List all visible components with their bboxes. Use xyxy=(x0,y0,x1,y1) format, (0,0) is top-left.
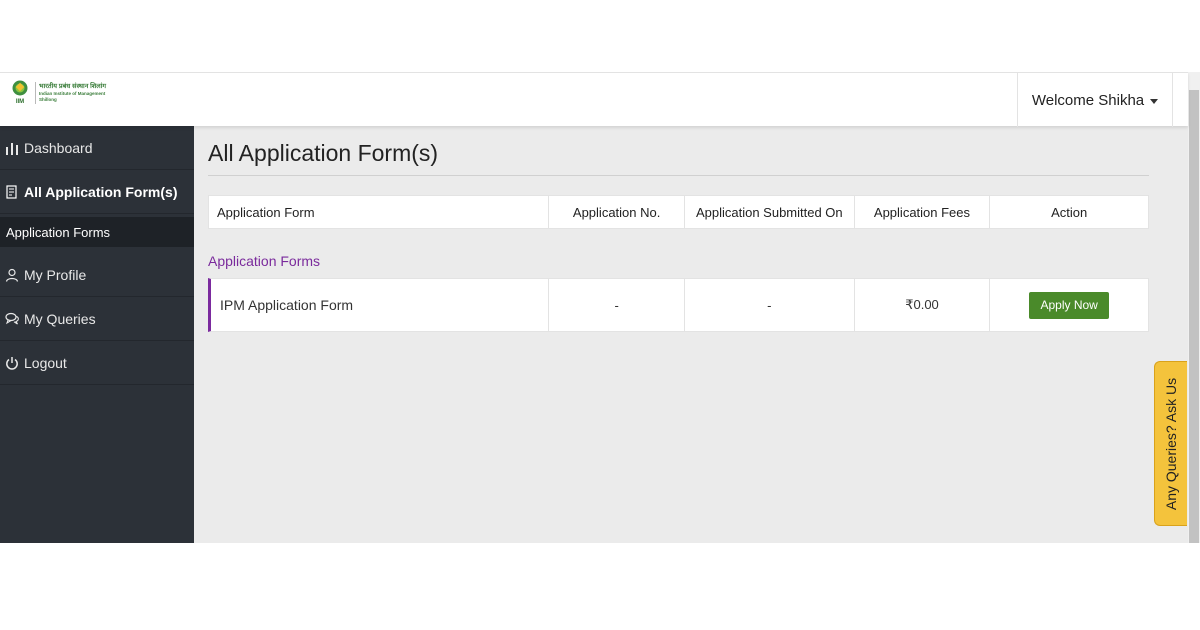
document-icon xyxy=(4,184,20,199)
sidebar-item-label: All Application Form(s) xyxy=(24,183,178,200)
section-label: Application Forms xyxy=(208,253,321,269)
caret-down-icon xyxy=(1150,98,1159,104)
cell-fees: ₹0.00 xyxy=(855,279,991,331)
sidebar-item-label: My Profile xyxy=(24,266,87,283)
scrollbar-thumb[interactable] xyxy=(1189,90,1199,543)
column-header-application-form: Application Form xyxy=(209,196,550,228)
emblem-text: IIM xyxy=(16,99,24,105)
cell-application-no: - xyxy=(549,279,685,331)
page-title: All Application Form(s) xyxy=(208,140,439,166)
emblem-icon: IIM xyxy=(12,80,28,105)
sidebar-item-label: Logout xyxy=(24,354,67,371)
apply-now-button[interactable]: Apply Now xyxy=(1029,291,1110,319)
any-queries-label: Any Queries? Ask Us xyxy=(1163,377,1179,510)
institute-logo[interactable]: IIM भारतीय प्रबंध संस्थान शिलांग Indian … xyxy=(8,79,118,109)
sidebar-item-label: Dashboard xyxy=(24,139,93,156)
sidebar-item-my-profile[interactable]: My Profile xyxy=(0,253,194,297)
column-header-application-fees: Application Fees xyxy=(855,196,991,228)
sidebar-item-my-queries[interactable]: My Queries xyxy=(0,297,194,341)
user-icon xyxy=(4,268,20,282)
app-window: IIM भारतीय प्रबंध संस्थान शिलांग Indian … xyxy=(0,72,1200,543)
sidebar-item-all-application-forms[interactable]: All Application Form(s) xyxy=(0,170,194,214)
sidebar: Dashboard All Application Form(s) Applic… xyxy=(0,126,194,543)
chat-icon xyxy=(4,312,20,325)
logo-hindi-name: भारतीय प्रबंध संस्थान शिलांग xyxy=(39,83,106,90)
cell-form-name: IPM Application Form xyxy=(211,279,550,331)
logo-city: Shillong xyxy=(39,97,57,102)
table-header: Application Form Application No. Applica… xyxy=(208,195,1149,229)
title-divider xyxy=(208,175,1149,176)
bar-chart-icon xyxy=(4,141,20,155)
welcome-text: Welcome Shikha xyxy=(1031,91,1145,109)
cell-action: Apply Now xyxy=(990,279,1148,331)
user-menu-dropdown[interactable]: Welcome Shikha xyxy=(1017,73,1173,127)
column-header-application-no: Application No. xyxy=(549,196,685,228)
table-row: IPM Application Form - - ₹0.00 Apply Now xyxy=(208,278,1149,332)
power-icon xyxy=(4,356,20,370)
sidebar-subitem-application-forms[interactable]: Application Forms xyxy=(0,217,194,247)
logo-divider xyxy=(35,82,36,104)
any-queries-tab[interactable]: Any Queries? Ask Us xyxy=(1154,361,1187,526)
top-header: IIM भारतीय प्रबंध संस्थान शिलांग Indian … xyxy=(0,72,1188,127)
logo-english-name: Indian Institute of Management xyxy=(39,91,106,96)
cell-submitted-on: - xyxy=(685,279,855,331)
column-header-submitted-on: Application Submitted On xyxy=(685,196,855,228)
column-header-action: Action xyxy=(1051,204,1088,220)
sidebar-item-logout[interactable]: Logout xyxy=(0,341,194,385)
sidebar-item-label: My Queries xyxy=(24,310,96,327)
sidebar-item-dashboard[interactable]: Dashboard xyxy=(0,126,194,170)
main-content: All Application Form(s) Application Form… xyxy=(194,126,1188,543)
